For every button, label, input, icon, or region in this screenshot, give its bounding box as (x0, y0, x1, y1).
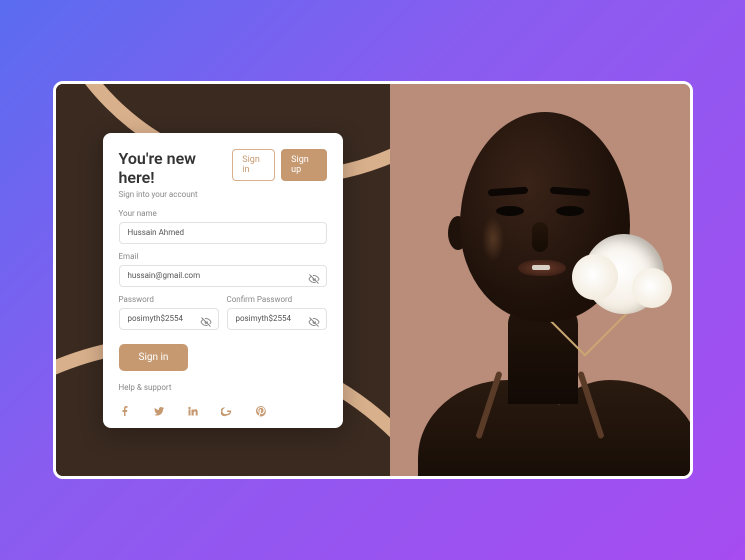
flower-icon (584, 234, 664, 314)
signup-window: You're new here! Sign into your account … (53, 81, 693, 479)
email-input-wrap[interactable] (119, 265, 327, 287)
password-label: Password (119, 295, 219, 304)
help-support-link[interactable]: Help & support (119, 383, 327, 392)
confirm-password-label: Confirm Password (227, 295, 327, 304)
hero-portrait (390, 84, 690, 476)
password-row: Password Confirm Password (119, 287, 327, 330)
password-input[interactable] (128, 314, 210, 323)
card-header: You're new here! Sign into your account … (119, 149, 327, 199)
tab-signup[interactable]: Sign up (281, 149, 326, 181)
confirm-password-input[interactable] (236, 314, 318, 323)
card-subtitle: Sign into your account (119, 190, 227, 199)
email-label: Email (119, 252, 327, 261)
form-pane: You're new here! Sign into your account … (56, 84, 390, 476)
eye-off-icon[interactable] (308, 313, 320, 325)
google-icon[interactable] (221, 402, 233, 414)
tab-signin[interactable]: Sign in (232, 149, 275, 181)
password-input-wrap[interactable] (119, 308, 219, 330)
confirm-password-input-wrap[interactable] (227, 308, 327, 330)
linkedin-icon[interactable] (187, 402, 199, 414)
hero-image-pane (390, 84, 690, 476)
card-title: You're new here! (119, 149, 227, 187)
twitter-icon[interactable] (153, 402, 165, 414)
eye-off-icon[interactable] (308, 270, 320, 282)
name-input[interactable] (128, 228, 318, 237)
email-input[interactable] (128, 271, 318, 280)
auth-tabs: Sign in Sign up (232, 149, 326, 181)
pinterest-icon[interactable] (255, 402, 267, 414)
name-label: Your name (119, 209, 327, 218)
signup-card: You're new here! Sign into your account … (103, 133, 343, 428)
submit-button[interactable]: Sign in (119, 344, 189, 371)
social-row (119, 402, 327, 414)
name-input-wrap[interactable] (119, 222, 327, 244)
eye-off-icon[interactable] (200, 313, 212, 325)
card-heading: You're new here! Sign into your account (119, 149, 227, 199)
facebook-icon[interactable] (119, 402, 131, 414)
